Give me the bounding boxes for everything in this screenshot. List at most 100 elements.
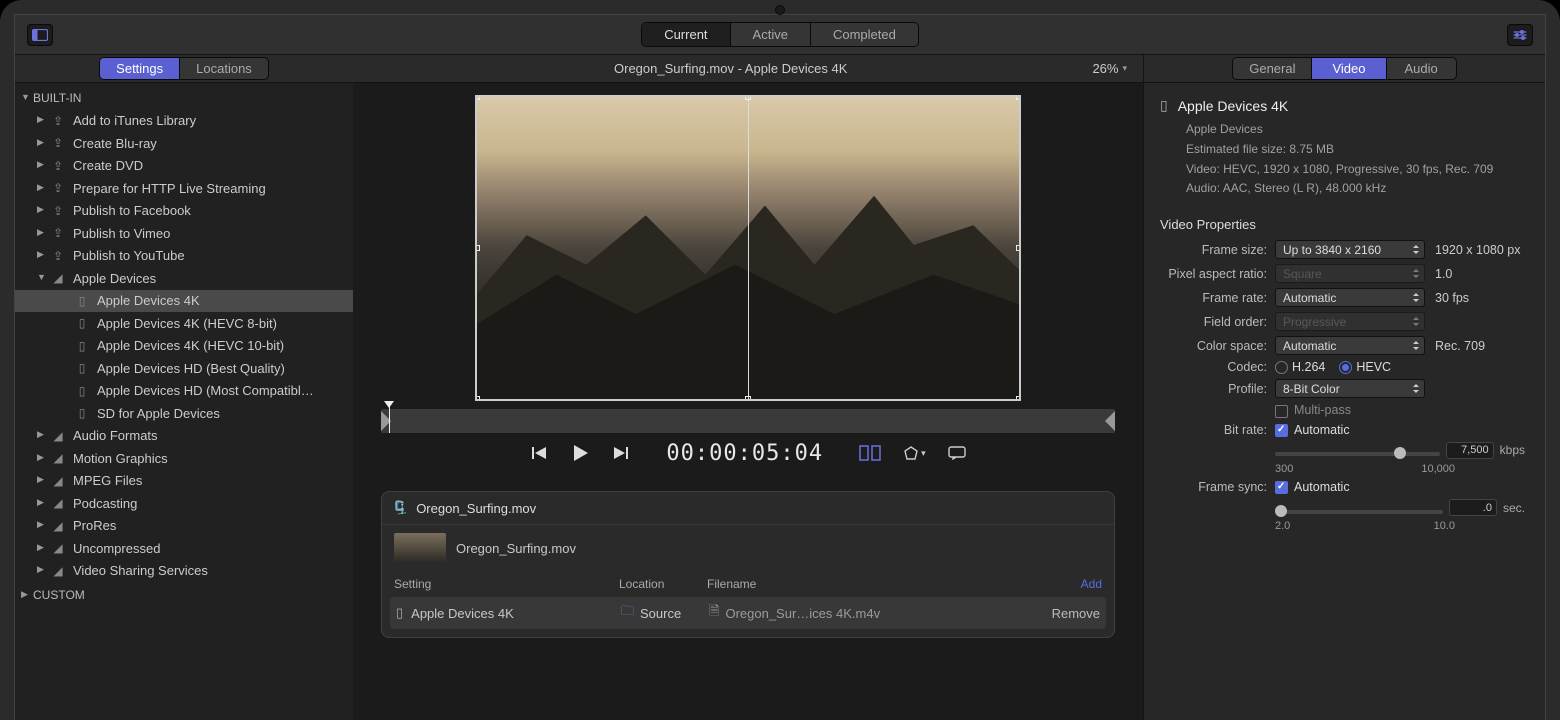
tree-item-ad-4k-hevc8[interactable]: ▯Apple Devices 4K (HEVC 8-bit): [15, 312, 353, 335]
color-space-value: Rec. 709: [1425, 339, 1529, 353]
tree-item-prores[interactable]: ▶◢ProRes: [15, 515, 353, 538]
batch-thumbnail: [394, 533, 446, 563]
tab-active[interactable]: Active: [731, 23, 811, 46]
compare-button[interactable]: [859, 445, 881, 461]
inspector-toggle-button[interactable]: [1507, 24, 1533, 46]
col-filename: Filename: [707, 577, 1042, 591]
framesync-slider[interactable]: [1275, 510, 1443, 514]
go-to-end-button[interactable]: [612, 444, 630, 462]
tree-item-publish-vimeo[interactable]: ▶⇪Publish to Vimeo: [15, 222, 353, 245]
add-button[interactable]: Add: [1042, 577, 1102, 591]
frame-rate-select[interactable]: Automatic: [1275, 288, 1425, 307]
status-segmented-control[interactable]: Current Active Completed: [641, 22, 919, 47]
tree-item-mpeg[interactable]: ▶◢MPEG Files: [15, 470, 353, 493]
tab-video[interactable]: Video: [1312, 58, 1386, 79]
share-icon: ⇪: [49, 204, 67, 218]
device-icon: ▯: [73, 316, 91, 330]
col-setting: Setting: [394, 577, 619, 591]
tree-item-audio-formats[interactable]: ▶◢Audio Formats: [15, 425, 353, 448]
preset-title: Apple Devices 4K: [1178, 98, 1289, 114]
tree-item-publish-yt[interactable]: ▶⇪Publish to YouTube: [15, 245, 353, 268]
scrubber[interactable]: [381, 409, 1115, 433]
preset-group-icon: ◢: [49, 541, 67, 555]
device-icon: ▯: [73, 294, 91, 308]
tree-item-prepare-http[interactable]: ▶⇪Prepare for HTTP Live Streaming: [15, 177, 353, 200]
preset-group-icon: ◢: [49, 564, 67, 578]
tree-item-ad-sd[interactable]: ▯SD for Apple Devices: [15, 402, 353, 425]
frame-size-select[interactable]: Up to 3840 x 2160: [1275, 240, 1425, 259]
play-button[interactable]: [570, 443, 590, 463]
preset-group-icon: ◢: [49, 429, 67, 443]
tree-item-motion-graphics[interactable]: ▶◢Motion Graphics: [15, 447, 353, 470]
tree-item-uncompressed[interactable]: ▶◢Uncompressed: [15, 537, 353, 560]
tree-item-publish-fb[interactable]: ▶⇪Publish to Facebook: [15, 200, 353, 223]
bitrate-unit: kbps: [1500, 443, 1525, 457]
preset-group-icon: ◢: [49, 451, 67, 465]
framesync-auto-checkbox[interactable]: Automatic: [1275, 480, 1350, 494]
label-color-space: Color space:: [1160, 339, 1275, 353]
sidebar-tabs[interactable]: Settings Locations: [99, 57, 269, 80]
frame-size-result: 1920 x 1080 px: [1425, 243, 1529, 257]
tab-current[interactable]: Current: [642, 23, 730, 46]
tab-completed[interactable]: Completed: [811, 23, 918, 46]
frame-rate-value: 30 fps: [1425, 291, 1529, 305]
preset-group-icon: ◢: [49, 271, 67, 285]
label-frame-size: Frame size:: [1160, 243, 1275, 257]
bitrate-field[interactable]: 7,500: [1446, 442, 1494, 459]
inspector-tabs[interactable]: General Video Audio: [1232, 57, 1457, 80]
batch-row[interactable]: ▯Apple Devices 4K 🗀Source 🗎Oregon_Sur…ic…: [390, 597, 1106, 629]
tab-audio[interactable]: Audio: [1387, 58, 1456, 79]
label-codec: Codec:: [1160, 360, 1275, 374]
tree-item-apple-devices[interactable]: ▼◢Apple Devices: [15, 267, 353, 290]
label-par: Pixel aspect ratio:: [1160, 267, 1275, 281]
tree-group-builtin[interactable]: ▼BUILT-IN: [15, 87, 353, 110]
estimated-size: Estimated file size: 8.75 MB: [1186, 140, 1529, 160]
tab-general[interactable]: General: [1233, 58, 1312, 79]
label-frame-sync: Frame sync:: [1160, 480, 1275, 494]
sidebar-toggle-button[interactable]: [27, 24, 53, 46]
label-frame-rate: Frame rate:: [1160, 291, 1275, 305]
tree-item-podcasting[interactable]: ▶◢Podcasting: [15, 492, 353, 515]
bitrate-slider[interactable]: [1275, 452, 1440, 456]
tree-item-create-dvd[interactable]: ▶⇪Create DVD: [15, 155, 353, 178]
codec-h264-radio[interactable]: H.264: [1275, 360, 1325, 374]
captions-button[interactable]: [948, 446, 966, 460]
go-to-start-button[interactable]: [530, 444, 548, 462]
batch-group-name: Oregon_Surfing.mov: [416, 501, 536, 516]
batch-file-name: Oregon_Surfing.mov: [456, 541, 576, 556]
bitrate-auto-checkbox[interactable]: Automatic: [1275, 423, 1350, 437]
multipass-checkbox[interactable]: Multi-pass: [1275, 403, 1351, 417]
preset-group-icon: ◢: [49, 474, 67, 488]
tab-locations[interactable]: Locations: [180, 58, 268, 79]
tree-item-ad-hd-compat[interactable]: ▯Apple Devices HD (Most Compatibl…: [15, 380, 353, 403]
device-icon: ▯: [73, 384, 91, 398]
tree-item-create-bluray[interactable]: ▶⇪Create Blu-ray: [15, 132, 353, 155]
folder-icon: 🗀: [621, 602, 634, 624]
par-select: Square: [1275, 264, 1425, 283]
tree-item-add-to-itunes[interactable]: ▶⇪Add to iTunes Library: [15, 110, 353, 133]
tab-settings[interactable]: Settings: [100, 58, 180, 79]
tree-item-video-sharing[interactable]: ▶◢Video Sharing Services: [15, 560, 353, 583]
zoom-dropdown[interactable]: 26%▾: [1092, 61, 1127, 76]
tree-item-ad-hd-best[interactable]: ▯Apple Devices HD (Best Quality): [15, 357, 353, 380]
section-video-properties: Video Properties: [1160, 217, 1529, 232]
tree-item-ad-4k[interactable]: ▯Apple Devices 4K: [15, 290, 353, 313]
share-icon: ⇪: [49, 159, 67, 173]
audio-summary: Audio: AAC, Stereo (L R), 48.000 kHz: [1186, 179, 1529, 199]
remove-button[interactable]: Remove: [1040, 606, 1100, 621]
codec-hevc-radio[interactable]: HEVC: [1339, 360, 1391, 374]
framesync-field[interactable]: .0: [1449, 499, 1497, 516]
label-field-order: Field order:: [1160, 315, 1275, 329]
share-icon: ⇪: [49, 249, 67, 263]
video-preview[interactable]: [475, 95, 1021, 401]
marker-dropdown[interactable]: ▾: [903, 445, 926, 461]
framesync-unit: sec.: [1503, 501, 1525, 515]
profile-select[interactable]: 8-Bit Color: [1275, 379, 1425, 398]
device-icon: ▯: [396, 605, 403, 621]
color-space-select[interactable]: Automatic: [1275, 336, 1425, 355]
file-icon: 🗎: [709, 602, 719, 624]
tree-group-custom[interactable]: ▶CUSTOM: [15, 584, 353, 607]
tree-item-ad-4k-hevc10[interactable]: ▯Apple Devices 4K (HEVC 10-bit): [15, 335, 353, 358]
device-icon: ▯: [73, 361, 91, 375]
playhead[interactable]: [389, 405, 390, 433]
